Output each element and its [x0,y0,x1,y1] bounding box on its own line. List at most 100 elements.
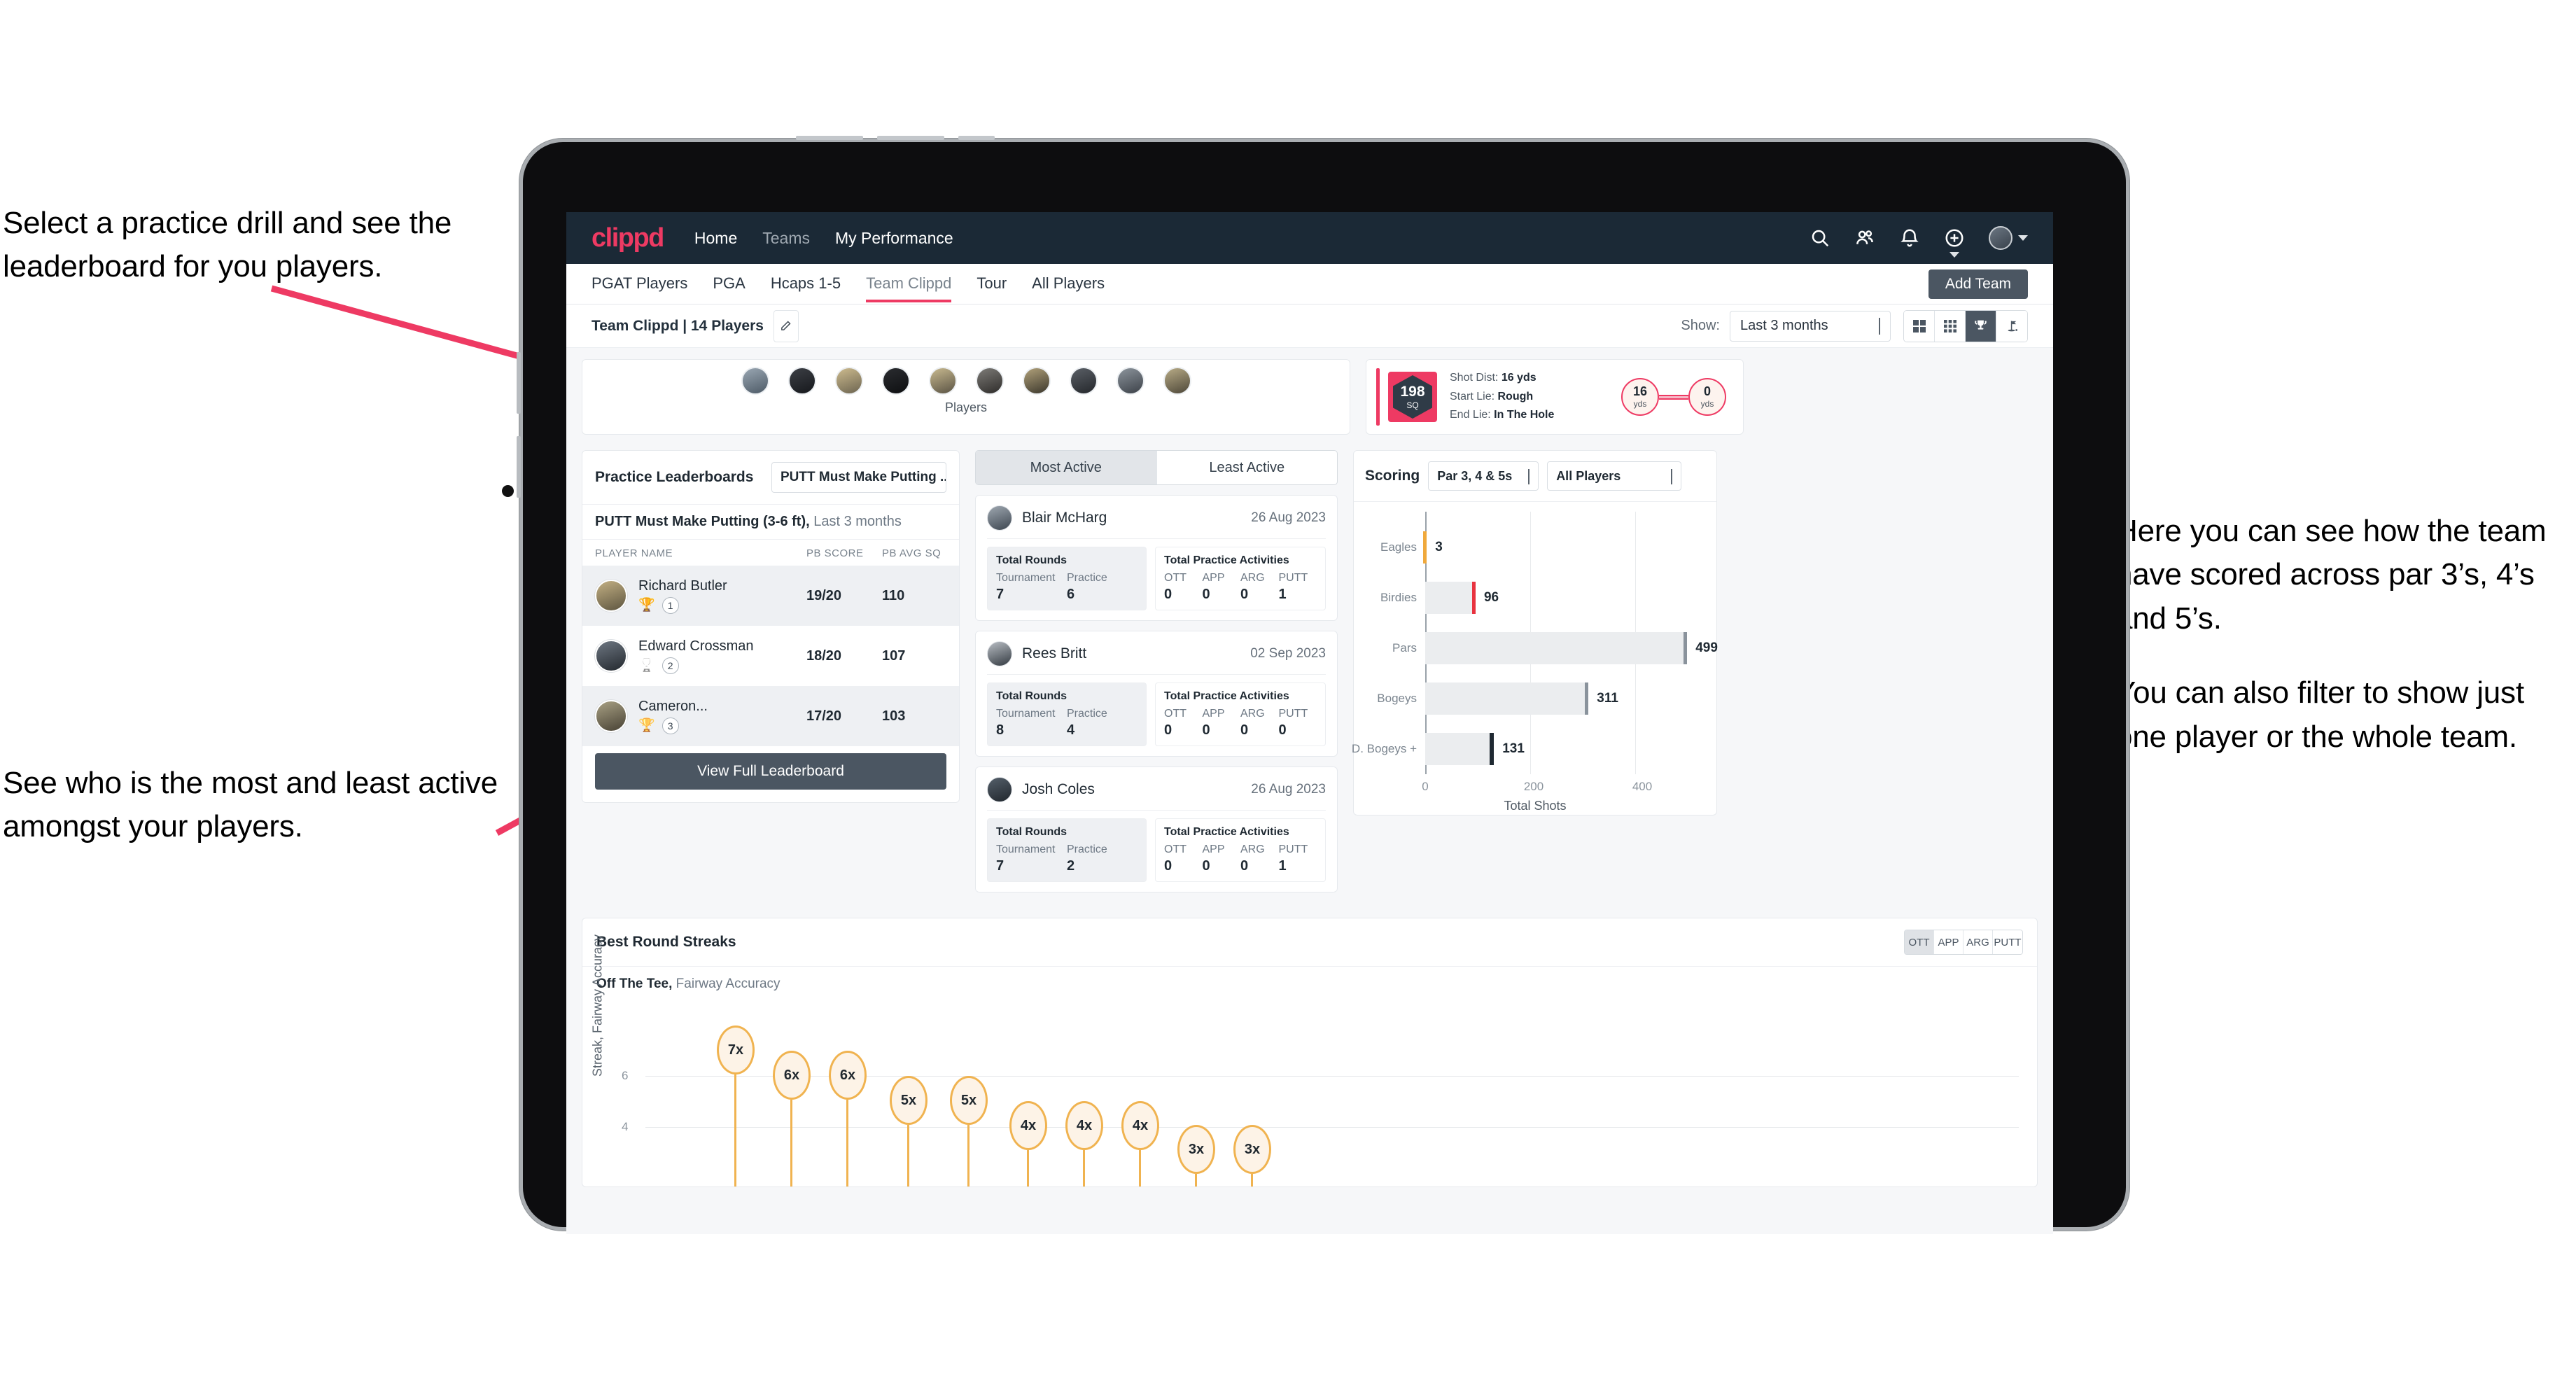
grid-2x2-icon[interactable] [1904,310,1935,342]
chevron-down-icon[interactable] [1949,252,1959,258]
list-item[interactable]: Blair McHarg 26 Aug 2023 Total Rounds To… [975,495,1338,621]
practice-activities-box: Total Practice Activities OTT 0 APP 0 ARG 0… [1155,547,1326,610]
range-select[interactable]: Last 3 months [1730,310,1891,342]
streak-point[interactable]: 7x [717,1026,755,1074]
player-avatar[interactable] [1069,367,1098,395]
tab-team-clippd[interactable]: Team Clippd [866,266,952,302]
annotation-text: Select a practice drill and see the lead… [3,206,452,284]
player-filter-select[interactable]: All Players [1547,461,1682,491]
avatar-chevron-down-icon[interactable] [2018,235,2028,241]
pb-score: 18/20 [806,648,842,664]
search-icon[interactable] [1809,227,1830,248]
view-full-leaderboard-button[interactable]: View Full Leaderboard [595,753,946,790]
people-icon[interactable] [1854,227,1875,248]
tab-least-active[interactable]: Least Active [1157,451,1338,484]
streak-stem [907,1125,909,1186]
team-toolbar: Team Clippd | 14 Players Show: Last 3 mo… [566,304,2053,348]
rounds-tournament-value: 8 [996,722,1004,738]
tab-hcaps-1-5[interactable]: Hcaps 1-5 [771,266,841,302]
bar-row-birdies: Birdies 96 [1380,582,1698,614]
segment-arg[interactable]: ARG [1963,930,1993,954]
pencil-icon[interactable] [773,309,799,342]
clippd-logo[interactable]: clippd [592,223,664,253]
player-avatar[interactable] [1022,367,1051,395]
volume-down-button[interactable] [877,136,944,140]
table-row[interactable]: Edward Crossman 🏆 2 18/20 107 [582,626,959,686]
nav-teams[interactable]: Teams [762,229,810,248]
segment-putt[interactable]: PUTT [1993,930,2022,954]
tab-all-players[interactable]: All Players [1032,266,1105,302]
drill-select[interactable]: PUTT Must Make Putting ... [771,462,946,493]
acts-app: APP 0 [1203,708,1241,738]
streak-point[interactable]: 6x [773,1051,811,1100]
streak-point[interactable]: 3x [1177,1125,1215,1174]
avatar[interactable] [1989,226,2012,250]
streak-point[interactable]: 4x [1009,1101,1047,1150]
activity-date: 26 Aug 2023 [1251,782,1326,797]
segment-app[interactable]: APP [1934,930,1963,954]
acts-ott: OTT 0 [1164,572,1203,603]
tab-pgat-players[interactable]: PGAT Players [592,266,687,302]
nav-home[interactable]: Home [694,229,737,248]
add-team-button[interactable]: Add Team [1928,270,2028,299]
y-tick-6: 6 [622,1069,629,1082]
power-button[interactable] [958,136,995,140]
streak-point[interactable]: 6x [829,1051,867,1100]
scoring-header: Scoring Par 3, 4 & 5s All Players [1354,451,1716,502]
total-rounds-box: Total Rounds Tournament 8 Practice 4 [987,682,1147,746]
trophy-icon[interactable] [1966,310,1996,342]
player-avatar[interactable] [975,367,1004,395]
streak-point[interactable]: 4x [1065,1101,1103,1150]
avatar [595,580,627,612]
player-avatar[interactable] [881,367,910,395]
total-rounds-box: Total Rounds Tournament 7 Practice [987,547,1147,610]
tab-tour[interactable]: Tour [976,266,1007,302]
list-item[interactable]: Josh Coles 26 Aug 2023 Total Rounds Tour… [975,766,1338,892]
tab-pga[interactable]: PGA [713,266,745,302]
rounds-practice-label: Practice [1067,572,1107,584]
list-item[interactable]: Rees Britt 02 Sep 2023 Total Rounds Tour… [975,631,1338,757]
tab-most-active[interactable]: Most Active [976,451,1157,484]
bell-icon[interactable] [1899,227,1920,248]
streak-point[interactable]: 3x [1233,1125,1271,1174]
player-avatar[interactable] [928,367,957,395]
table-row[interactable]: Cameron... 🏆 3 17/20 103 [582,686,959,746]
player-avatar[interactable] [741,367,769,395]
volume-up-button[interactable] [796,136,863,140]
side-button-2[interactable] [517,436,521,498]
par-select[interactable]: Par 3, 4 & 5s [1428,461,1539,491]
player-avatar[interactable] [834,367,863,395]
leaderboard-title: Practice Leaderboards [595,469,754,485]
grid-3x3-icon[interactable] [1935,310,1966,342]
chevron-down-icon [1671,468,1673,484]
streak-point[interactable]: 5x [950,1076,988,1125]
nav-my-performance[interactable]: My Performance [835,229,953,248]
sq-badge: 198 SQ [1388,372,1437,422]
acts-values: OTT 0 APP 0 ARG 0 PUTT 0 [1164,708,1317,738]
streak-point[interactable]: 4x [1121,1101,1159,1150]
golf-flag-icon[interactable] [1996,310,2027,342]
table-row[interactable]: Richard Butler 🏆 1 19/20 110 [582,566,959,626]
start-distance-unit: yds [1633,399,1647,409]
activity-panel: Most Active Least Active Blair McHarg 26… [975,450,1338,902]
rounds-practice-value: 6 [1067,587,1075,602]
player-name: Cameron... [638,698,708,714]
rounds-practice-value: 4 [1067,722,1075,738]
side-button-1[interactable] [517,352,521,414]
segment-ott[interactable]: OTT [1905,930,1934,954]
shot-lines: Shot Dist: 16 yds Start Lie: Rough End L… [1450,369,1554,424]
player-avatar[interactable] [1116,367,1144,395]
bar-row-pars: Pars 499 [1392,632,1718,664]
rounds-tournament-label: Tournament [996,708,1056,720]
player-avatar[interactable] [1163,367,1191,395]
plus-circle-icon[interactable] [1944,227,1965,258]
annotation-right: Here you can see how the team have score… [2115,510,2570,759]
acts-putt-label: PUTT [1278,572,1308,584]
player-avatar[interactable] [788,367,816,395]
rank-badges: 🏆 3 [638,717,806,734]
streak-point[interactable]: 5x [890,1076,927,1125]
player-name: Blair McHarg [1022,510,1107,526]
end-distance-circle: 0 yds [1688,378,1726,416]
end-lie-label: End Lie: [1450,409,1491,421]
bar-birdies: 96 [1425,582,1499,614]
